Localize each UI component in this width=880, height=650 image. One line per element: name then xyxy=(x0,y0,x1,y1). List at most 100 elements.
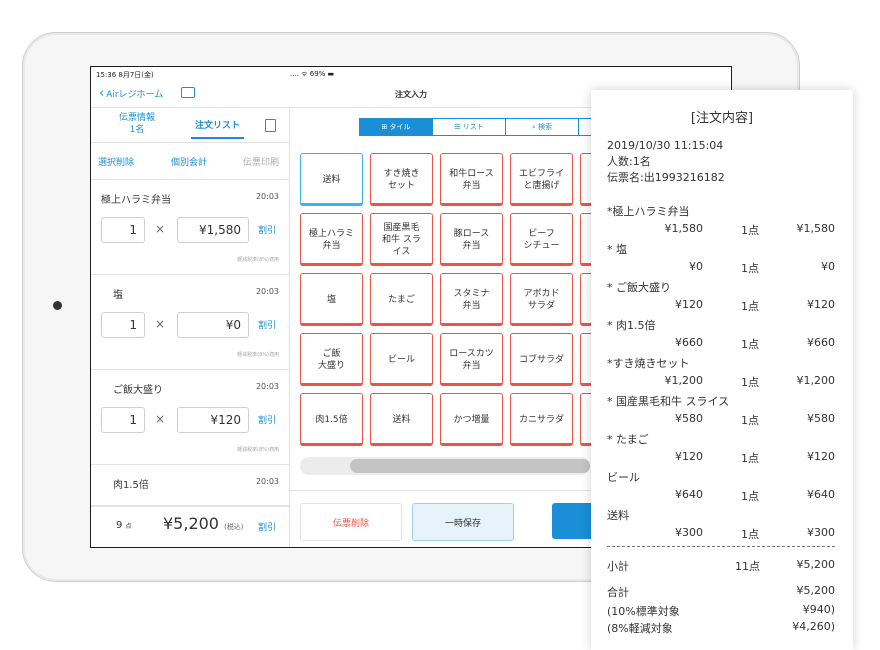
menu-tile[interactable]: ロースカツ 弁当 xyxy=(440,333,503,386)
menu-tile[interactable]: かつ増量 xyxy=(440,393,503,446)
menu-tile-label: ビーフ シチュー xyxy=(523,228,560,251)
quantity-field[interactable]: 1 xyxy=(101,312,145,338)
menu-tile-label: ビール xyxy=(387,354,415,365)
scroll-thumb[interactable] xyxy=(350,459,590,473)
price-field[interactable]: ¥120 xyxy=(177,407,249,433)
times-sign: × xyxy=(155,317,166,331)
order-total-value: ¥5,200 xyxy=(163,514,219,533)
receipt-item-amount: ¥120 xyxy=(807,298,835,311)
menu-tile[interactable]: 送料 xyxy=(370,393,433,446)
tax-note: 軽減税率(8%)適用 xyxy=(237,257,279,263)
receipt-item-qty: 1点 xyxy=(741,262,759,275)
receipt-item-amount: ¥1,200 xyxy=(796,374,836,387)
receipt-item-qty: 1点 xyxy=(741,224,759,237)
menu-tile-label: すき焼き セット xyxy=(383,168,420,191)
item-count: 9 点 xyxy=(116,520,132,531)
slip-print-button[interactable]: 伝票印刷 xyxy=(243,155,279,168)
menu-tile[interactable]: すき焼き セット xyxy=(370,153,433,206)
menu-tile[interactable]: ビール xyxy=(370,333,433,386)
delete-slip-button[interactable]: 伝票削除 xyxy=(300,503,402,541)
tab-list[interactable]: ☰ リスト xyxy=(432,118,506,136)
order-item[interactable]: ご飯大盛り 20:03 1 × ¥120 割引 軽減税率(8%)適用 xyxy=(91,370,289,465)
item-count-unit: 点 xyxy=(125,523,132,530)
status-bar: 15:36 8月7日(金) .... ᯤ 69% ▬ xyxy=(91,67,731,81)
price-field[interactable]: ¥0 xyxy=(177,312,249,338)
menu-tile-label: たまご xyxy=(388,294,415,305)
subtotal-amount: ¥5,200 xyxy=(796,558,836,571)
receipt-item-name: * 塩 xyxy=(607,243,627,256)
tab-search-label: 検索 xyxy=(538,123,553,131)
receipt-item-unit-price: ¥640 xyxy=(675,488,703,501)
total-label: 合計 xyxy=(607,586,629,599)
receipt-item-name: 送料 xyxy=(607,509,629,522)
receipt-item-amount: ¥640 xyxy=(807,488,835,501)
order-item-time: 20:03 xyxy=(255,287,279,296)
receipt-item-amount: ¥120 xyxy=(807,450,835,463)
menu-tile[interactable]: 国産黒毛 和牛 スラ イス xyxy=(370,213,433,266)
order-item[interactable]: 肉1.5倍 20:03 xyxy=(91,465,289,506)
menu-tile[interactable]: コブサラダ xyxy=(510,333,573,386)
hold-button[interactable]: 一時保存 xyxy=(412,503,514,541)
menu-tile-label: 送料 xyxy=(322,174,341,185)
receipt-item-unit-price: ¥0 xyxy=(689,260,703,273)
total-discount-link[interactable]: 割引 xyxy=(258,520,276,533)
order-item[interactable]: 塩 20:03 1 × ¥0 割引 軽減税率(8%)適用 xyxy=(91,275,289,370)
menu-tile-label: 豚ロース 弁当 xyxy=(453,228,490,251)
receipt-meta: 2019/10/30 11:15:04 人数:1名 伝票名:出199321618… xyxy=(607,138,725,186)
discount-link[interactable]: 割引 xyxy=(258,223,276,236)
quantity-field[interactable]: 1 xyxy=(101,217,145,243)
reduced-tax-label: (8%軽減対象 xyxy=(607,622,673,635)
receipt-datetime: 2019/10/30 11:15:04 xyxy=(607,139,724,152)
tab-search[interactable]: ⌕ 検索 xyxy=(505,118,579,136)
split-checkout-button[interactable]: 個別会計 xyxy=(171,155,207,168)
tile-scrollbar[interactable] xyxy=(300,457,590,475)
quantity-field[interactable]: 1 xyxy=(101,407,145,433)
menu-tile[interactable]: 和牛ロース 弁当 xyxy=(440,153,503,206)
receipt-item-amount: ¥660 xyxy=(807,336,835,349)
receipt-item-name: * 国産黒毛和牛 スライス xyxy=(607,395,730,408)
menu-tile[interactable]: 豚ロース 弁当 xyxy=(440,213,503,266)
receipt-item-amount: ¥0 xyxy=(821,260,835,273)
tab-order-list[interactable]: 注文リスト xyxy=(190,120,245,139)
tab-slip-info[interactable]: 伝票情報 1名 xyxy=(119,112,155,136)
menu-tile-label: 送料 xyxy=(392,414,411,425)
menu-tile[interactable]: 肉1.5倍 xyxy=(300,393,363,446)
receipt-item-amount: ¥580 xyxy=(807,412,835,425)
receipt-item-qty: 1点 xyxy=(741,528,759,541)
camera-dot xyxy=(53,301,62,310)
discount-link[interactable]: 割引 xyxy=(258,318,276,331)
menu-tile[interactable]: アボカド サラダ xyxy=(510,273,573,326)
left-tabs: 伝票情報 1名 注文リスト xyxy=(91,108,289,143)
tax-note: 軽減税率(8%)適用 xyxy=(237,447,279,453)
menu-tile-label: 極上ハラミ 弁当 xyxy=(308,228,354,251)
price-field[interactable]: ¥1,580 xyxy=(177,217,249,243)
menu-tile[interactable]: たまご xyxy=(370,273,433,326)
menu-tile[interactable]: スタミナ 弁当 xyxy=(440,273,503,326)
receipt-item-qty: 1点 xyxy=(741,376,759,389)
receipt-panel: [注文内容] 2019/10/30 11:15:04 人数:1名 伝票名:出19… xyxy=(591,90,853,650)
receipt-item-name: * たまご xyxy=(607,433,649,446)
receipt-item-unit-price: ¥120 xyxy=(675,298,703,311)
receipt-item-name: *すき焼きセット xyxy=(607,357,690,370)
receipt-item-name: *極上ハラミ弁当 xyxy=(607,205,690,218)
menu-tile[interactable]: 極上ハラミ 弁当 xyxy=(300,213,363,266)
subtotal-label: 小計 xyxy=(607,560,629,573)
discount-link[interactable]: 割引 xyxy=(258,413,276,426)
order-item-name: 極上ハラミ弁当 xyxy=(101,195,171,206)
receipt-item-unit-price: ¥300 xyxy=(675,526,703,539)
menu-tile[interactable]: ご飯 大盛り xyxy=(300,333,363,386)
menu-tile[interactable]: 送料 xyxy=(300,153,363,206)
order-item-time: 20:03 xyxy=(255,192,279,201)
grid-icon: ⊞ xyxy=(381,123,390,131)
menu-tile-label: エビフライ と唐揚げ xyxy=(518,168,564,191)
document-icon[interactable] xyxy=(265,119,276,132)
menu-tile-label: 和牛ロース 弁当 xyxy=(449,168,494,191)
menu-tile[interactable]: 塩 xyxy=(300,273,363,326)
menu-tile[interactable]: カニサラダ xyxy=(510,393,573,446)
menu-tile-label: 塩 xyxy=(326,294,336,305)
order-item[interactable]: 極上ハラミ弁当 20:03 1 × ¥1,580 割引 軽減税率(8%)適用 xyxy=(91,180,289,275)
menu-tile[interactable]: ビーフ シチュー xyxy=(510,213,573,266)
menu-tile[interactable]: エビフライ と唐揚げ xyxy=(510,153,573,206)
select-delete-button[interactable]: 選択削除 xyxy=(98,155,134,168)
tab-tile[interactable]: ⊞ タイル xyxy=(359,118,433,136)
